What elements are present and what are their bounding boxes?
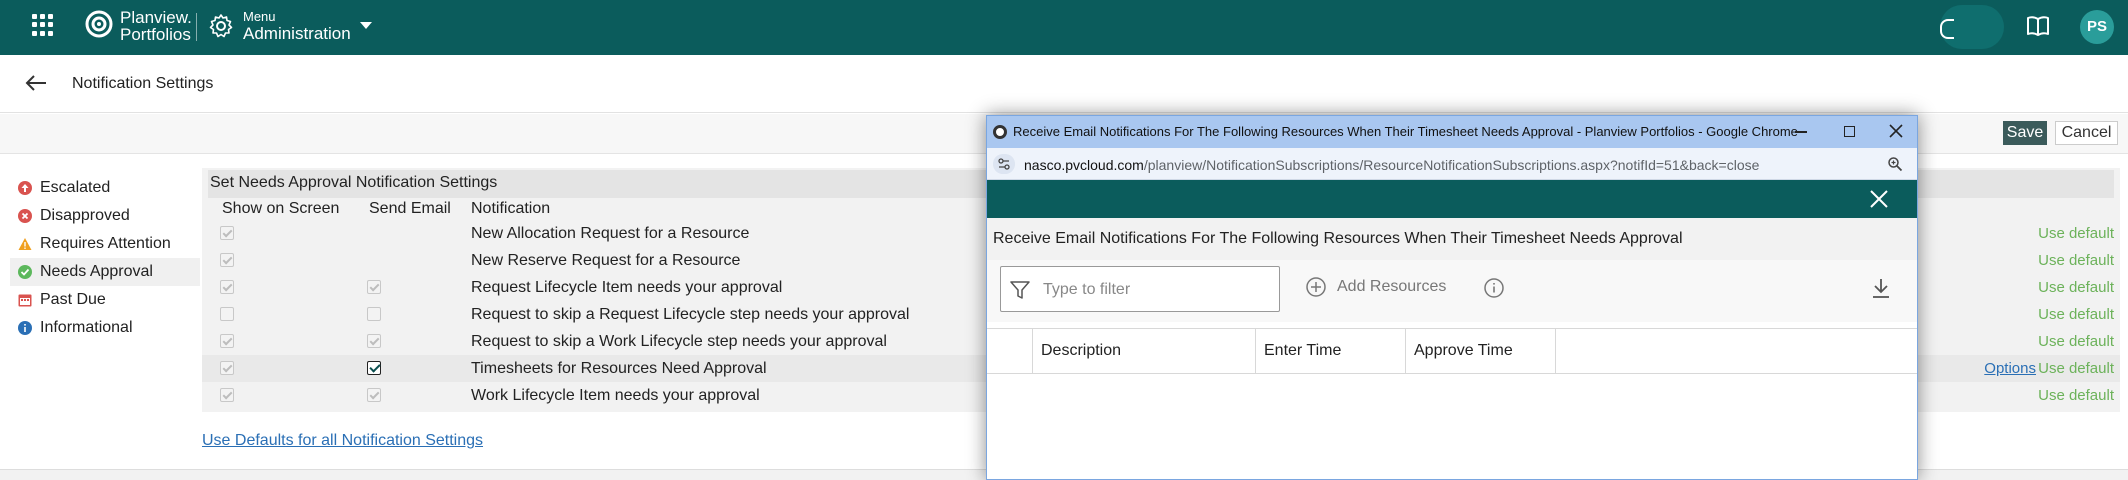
avatar[interactable]: PS bbox=[2080, 10, 2114, 44]
sidebar-item-disapproved[interactable]: Disapproved bbox=[10, 202, 200, 230]
x-circle-icon bbox=[18, 209, 32, 223]
sidebar-item-label: Needs Approval bbox=[40, 263, 153, 280]
send-email-checkbox bbox=[367, 280, 381, 294]
resource-subscription-popup: Receive Email Notifications For The Foll… bbox=[986, 115, 1918, 480]
use-default-link[interactable]: Use default bbox=[2038, 333, 2114, 350]
page-header: Notification Settings bbox=[0, 55, 2128, 113]
show-on-screen-checkbox bbox=[220, 307, 234, 321]
cancel-button[interactable]: Cancel bbox=[2055, 121, 2118, 145]
use-default-link[interactable]: Use default bbox=[2038, 279, 2114, 296]
menu-selector[interactable]: Menu Administration bbox=[243, 10, 351, 44]
window-title: Receive Email Notifications For The Foll… bbox=[1013, 124, 1798, 139]
show-on-screen-checkbox bbox=[220, 226, 234, 240]
search-icon[interactable] bbox=[1940, 5, 2004, 49]
sidebar-item-label: Informational bbox=[40, 319, 133, 336]
book-icon[interactable] bbox=[2026, 15, 2050, 37]
chrome-favicon-icon bbox=[993, 125, 1007, 139]
grid-header: Description Enter Time Approve Time bbox=[987, 328, 1917, 374]
column-header-notification: Notification bbox=[471, 200, 551, 217]
section-title: Set Needs Approval Notification Settings bbox=[210, 174, 498, 191]
use-default-link[interactable]: Use default bbox=[2038, 387, 2114, 404]
dialog-heading-bar: Receive Email Notifications For The Foll… bbox=[987, 218, 1917, 260]
check-circle-icon bbox=[18, 265, 32, 279]
column-header-enter-time[interactable]: Enter Time bbox=[1256, 329, 1406, 373]
sidebar-item-escalated[interactable]: Escalated bbox=[10, 174, 200, 202]
options-link[interactable]: Options bbox=[1984, 360, 2036, 377]
notification-label: Timesheets for Resources Need Approval bbox=[471, 360, 767, 377]
download-icon[interactable] bbox=[1869, 276, 1893, 300]
use-default-link[interactable]: Use default bbox=[2038, 225, 2114, 242]
planview-logo-icon bbox=[85, 10, 113, 38]
notification-label: Request to skip a Request Lifecycle step… bbox=[471, 306, 910, 323]
show-on-screen-checkbox bbox=[220, 253, 234, 267]
window-titlebar[interactable]: Receive Email Notifications For The Foll… bbox=[987, 116, 1917, 148]
notification-label: Work Lifecycle Item needs your approval bbox=[471, 387, 760, 404]
url-text: nasco.pvcloud.com/planview/NotificationS… bbox=[1024, 157, 1760, 173]
back-arrow-icon[interactable] bbox=[24, 73, 48, 93]
sidebar-item-needs-approval[interactable]: Needs Approval bbox=[10, 258, 200, 286]
show-on-screen-checkbox bbox=[220, 361, 234, 375]
site-settings-icon[interactable] bbox=[993, 154, 1015, 174]
sidebar-item-label: Escalated bbox=[40, 179, 111, 196]
sidebar-item-label: Requires Attention bbox=[40, 235, 171, 252]
menu-label: Menu bbox=[243, 9, 276, 24]
send-email-checkbox[interactable] bbox=[367, 361, 381, 375]
add-resources-label: Add Resources bbox=[1337, 278, 1447, 295]
grid-select-column bbox=[987, 329, 1033, 373]
page-title: Notification Settings bbox=[72, 75, 214, 92]
chevron-down-icon[interactable] bbox=[360, 22, 372, 29]
filter-box bbox=[1000, 266, 1280, 312]
divider bbox=[196, 13, 197, 41]
filter-input[interactable] bbox=[1043, 279, 1263, 301]
use-defaults-all-link[interactable]: Use Defaults for all Notification Settin… bbox=[202, 432, 483, 450]
save-button[interactable]: Save bbox=[2003, 121, 2047, 145]
close-icon[interactable] bbox=[1867, 187, 1891, 211]
info-circle-icon bbox=[18, 321, 32, 335]
filter-funnel-icon bbox=[1010, 281, 1030, 299]
plus-circle-icon bbox=[1306, 277, 1326, 297]
dialog-header-bar bbox=[987, 180, 1917, 218]
notification-label: Request to skip a Work Lifecycle step ne… bbox=[471, 333, 887, 350]
notification-label: New Reserve Request for a Resource bbox=[471, 252, 741, 269]
sidebar-item-requires-attention[interactable]: Requires Attention bbox=[10, 230, 200, 258]
send-email-checkbox bbox=[367, 334, 381, 348]
sidebar-item-label: Past Due bbox=[40, 291, 106, 308]
sidebar-item-informational[interactable]: Informational bbox=[10, 314, 200, 342]
grid-toolbar: Add Resources bbox=[987, 260, 1917, 322]
show-on-screen-checkbox bbox=[220, 334, 234, 348]
sidebar-item-past-due[interactable]: Past Due bbox=[10, 286, 200, 314]
send-email-checkbox bbox=[367, 307, 381, 321]
dialog-heading: Receive Email Notifications For The Foll… bbox=[993, 230, 1683, 247]
use-default-link[interactable]: Use default bbox=[2038, 360, 2114, 377]
show-on-screen-checkbox bbox=[220, 388, 234, 402]
notification-label: New Allocation Request for a Resource bbox=[471, 225, 750, 242]
column-header-approve-time[interactable]: Approve Time bbox=[1406, 329, 1556, 373]
use-default-link[interactable]: Use default bbox=[2038, 306, 2114, 323]
top-nav-bar: Planview. Portfolios Menu Administration… bbox=[0, 0, 2128, 55]
send-email-checkbox bbox=[367, 388, 381, 402]
minimize-icon[interactable] bbox=[1795, 131, 1807, 133]
column-header-show: Show on Screen bbox=[222, 200, 340, 217]
add-resources-button[interactable]: Add Resources bbox=[1305, 277, 1447, 297]
sidebar-item-label: Disapproved bbox=[40, 207, 130, 224]
brand-name: Planview. Portfolios bbox=[120, 8, 192, 44]
menu-current: Administration bbox=[243, 24, 351, 43]
notification-category-list: Escalated Disapproved Requires Attention… bbox=[10, 174, 200, 342]
use-default-link[interactable]: Use default bbox=[2038, 252, 2114, 269]
calendar-icon bbox=[18, 294, 32, 307]
zoom-icon[interactable] bbox=[1887, 156, 1903, 172]
address-bar[interactable]: nasco.pvcloud.com/planview/NotificationS… bbox=[987, 148, 1917, 180]
gear-icon[interactable] bbox=[208, 13, 234, 39]
app-switcher-icon[interactable] bbox=[32, 14, 54, 36]
maximize-icon[interactable] bbox=[1844, 126, 1855, 137]
arrow-up-circle-icon bbox=[18, 181, 32, 195]
column-header-description[interactable]: Description bbox=[1033, 329, 1256, 373]
show-on-screen-checkbox bbox=[220, 280, 234, 294]
column-header-email: Send Email bbox=[369, 200, 451, 217]
close-icon[interactable] bbox=[1887, 122, 1905, 140]
info-icon[interactable] bbox=[1483, 277, 1505, 299]
notification-label: Request Lifecycle Item needs your approv… bbox=[471, 279, 783, 296]
warning-triangle-icon bbox=[18, 238, 32, 250]
